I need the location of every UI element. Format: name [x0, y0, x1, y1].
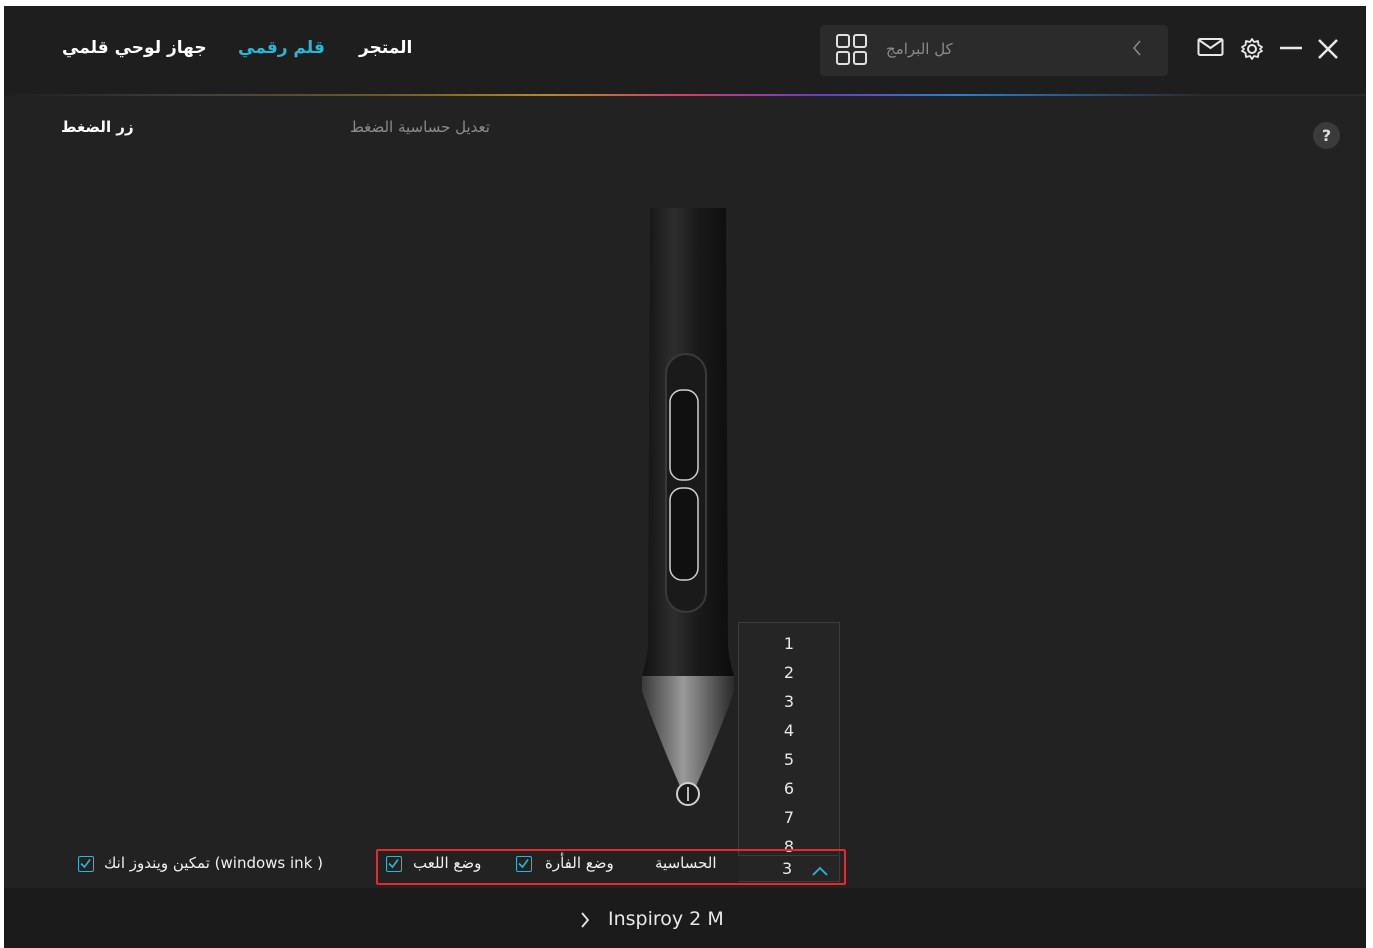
app-search-box[interactable]: كل البرامج — [820, 25, 1168, 76]
pen-illustration — [624, 206, 754, 820]
device-name: Inspiroy 2 M — [608, 908, 724, 930]
dropdown-option[interactable]: 2 — [779, 663, 799, 682]
dropdown-option[interactable]: 3 — [779, 692, 799, 711]
game-mode-label: وضع اللعب — [413, 854, 482, 872]
windows-ink-label: تمكين ويندوز انك (windows ink ) — [104, 854, 323, 872]
game-mode-checkbox[interactable] — [386, 856, 402, 872]
chevron-left-icon[interactable] — [1132, 39, 1142, 62]
sensitivity-label: الحساسية — [655, 854, 717, 872]
gear-icon[interactable] — [1240, 37, 1264, 65]
sensitivity-dropdown-list[interactable]: 1 2 3 4 5 6 7 8 — [738, 622, 840, 882]
chevron-right-icon[interactable] — [580, 912, 590, 932]
close-icon[interactable] — [1317, 38, 1339, 64]
apps-grid-icon[interactable] — [836, 34, 868, 70]
mouse-mode-label: وضع الفأرة — [545, 854, 614, 872]
dropdown-option[interactable]: 6 — [779, 779, 799, 798]
dropdown-option[interactable]: 4 — [779, 721, 799, 740]
pressure-sensitivity-tab[interactable]: تعديل حساسية الضغط — [350, 118, 490, 136]
pen-buttons-tab[interactable]: زر الضغط — [61, 118, 134, 136]
dropdown-option[interactable]: 5 — [779, 750, 799, 769]
mouse-mode-checkbox[interactable] — [516, 856, 532, 872]
windows-ink-checkbox[interactable] — [78, 856, 94, 872]
minimize-icon[interactable] — [1279, 38, 1303, 62]
accent-divider — [4, 94, 1366, 96]
help-button[interactable]: ? — [1313, 122, 1340, 149]
dropdown-option[interactable]: 7 — [779, 808, 799, 827]
app-window: جهاز لوحي قلمي قلم رقمي المتجر كل البرام… — [4, 6, 1366, 948]
mail-icon[interactable] — [1197, 36, 1224, 62]
tab-store[interactable]: المتجر — [359, 38, 412, 58]
tab-digital-pen[interactable]: قلم رقمي — [238, 38, 325, 58]
search-placeholder: كل البرامج — [886, 40, 953, 58]
tab-pen-tablet[interactable]: جهاز لوحي قلمي — [62, 38, 207, 58]
title-bar: جهاز لوحي قلمي قلم رقمي المتجر كل البرام… — [4, 6, 1366, 94]
dropdown-option[interactable]: 1 — [779, 634, 799, 653]
device-footer[interactable]: Inspiroy 2 M — [4, 888, 1366, 948]
